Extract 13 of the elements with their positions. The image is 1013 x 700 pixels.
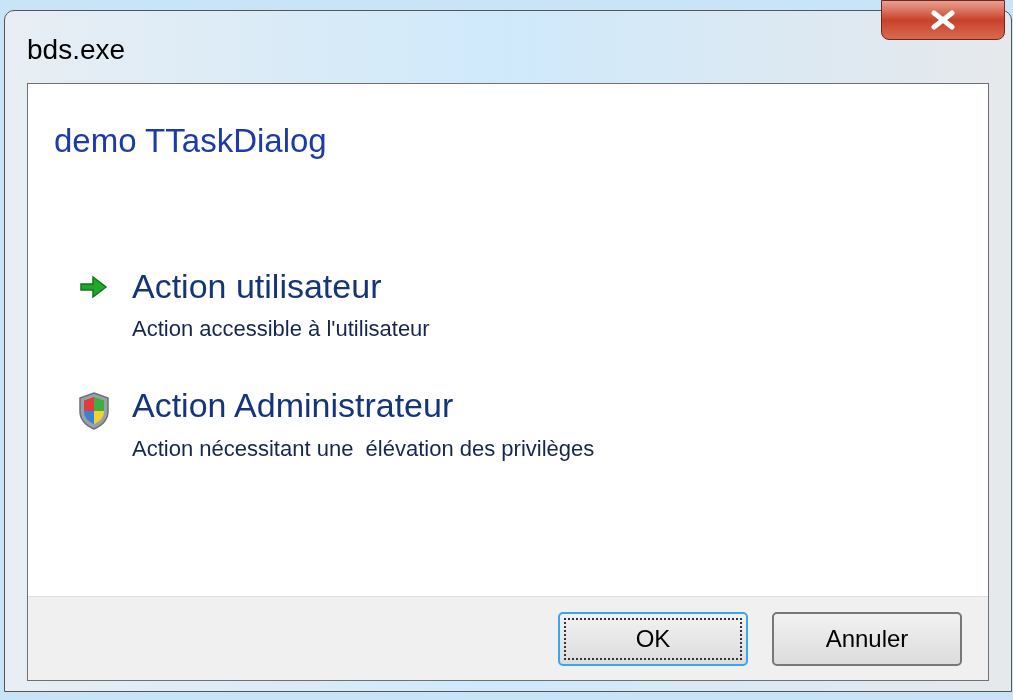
main-instruction: demo TTaskDialog: [54, 121, 328, 161]
close-icon: [930, 10, 956, 30]
shield-icon: [77, 391, 111, 432]
command-link-title: Action Administrateur: [132, 385, 455, 427]
command-link-description: Action accessible à l'utilisateur: [132, 315, 430, 344]
command-link-title: Action utilisateur: [132, 265, 383, 307]
command-link[interactable]: Action Administrateur Action nécessitant une élévation des privilèges: [54, 385, 962, 466]
close-button[interactable]: [881, 0, 1005, 40]
command-link-description: Action nécessitant une élévation des privilèges: [132, 435, 595, 464]
window-title: bds.exe: [27, 33, 126, 67]
dialog-button[interactable]: Annuler: [772, 611, 962, 666]
command-link[interactable]: Action utilisateur Action accessible à l'utilisateur: [54, 265, 962, 346]
dialog-button[interactable]: OK: [558, 611, 748, 666]
